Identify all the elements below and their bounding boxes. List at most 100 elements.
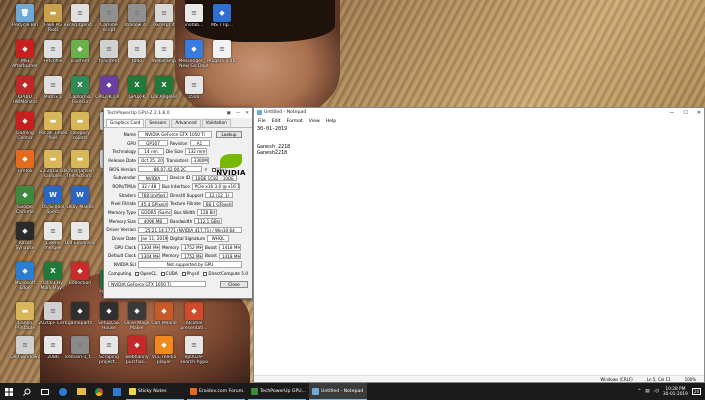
lookup-button[interactable]: Lookup: [216, 130, 242, 138]
uefi-checkbox[interactable]: [211, 167, 216, 172]
explorer-taskbar-icon[interactable]: [72, 383, 90, 400]
desktop-icon-label: Old Expenses: [64, 241, 96, 246]
driver-date-label: Driver Date: [111, 236, 136, 242]
name-label: Name: [123, 131, 136, 137]
transistors-label: Transistors: [166, 157, 189, 163]
minimize-icon[interactable]: —: [669, 110, 674, 116]
default-memory-value: 1752 MHz: [181, 252, 204, 260]
menu-format[interactable]: Format: [287, 119, 303, 124]
technology-label: Technology: [112, 149, 136, 155]
pixel-value: 45.4 GPixel/s: [138, 200, 168, 208]
edge-taskbar-icon[interactable]: [54, 383, 72, 400]
physx-label: PhysX: [186, 270, 200, 276]
app-icon: [129, 387, 136, 395]
tab-graphics-card[interactable]: Graphics Card: [106, 119, 145, 127]
sli-value: Not supported by GPU: [138, 261, 242, 268]
file-icon: ≡: [185, 76, 203, 94]
taskbar-app-button[interactable]: Eroidov.com Forum...: [187, 383, 245, 400]
magnifier-glyph: [23, 388, 31, 396]
app-icon: [190, 387, 197, 395]
taskbar-app-button[interactable]: Sticky Notes: [126, 383, 184, 400]
app-icon: ◆: [155, 336, 173, 354]
opencl-checkbox[interactable]: [135, 271, 140, 276]
nvidia-eye-icon: [220, 154, 242, 168]
store-taskbar-icon[interactable]: [108, 383, 126, 400]
physx-check[interactable]: PhysX: [180, 271, 202, 276]
clock[interactable]: 10:28 PM 30-01-2019: [663, 387, 688, 397]
sli-label: NVIDIA SLI: [113, 262, 136, 268]
camera-icon[interactable]: ▣: [226, 111, 230, 116]
taskbar-app-button[interactable]: TechPowerUp GPU...: [248, 383, 306, 400]
file-icon: ≡: [71, 222, 89, 240]
start-button[interactable]: [0, 383, 18, 400]
maximize-icon[interactable]: ☐: [683, 110, 687, 116]
close-icon[interactable]: ✕: [697, 110, 701, 116]
cuda-check[interactable]: CUDA: [159, 271, 180, 276]
tab-validation[interactable]: Validation: [201, 119, 231, 127]
file-icon: ≡: [155, 40, 173, 58]
physx-checkbox[interactable]: [181, 271, 186, 276]
opencl-label: OpenCL: [140, 270, 157, 276]
default-memory-label: Memory: [162, 253, 180, 259]
chrome-taskbar-icon[interactable]: [90, 383, 108, 400]
rops-value: 32 / 48: [138, 183, 160, 190]
driver-version-value: 25.21.14.1771 (NVIDIA 417.71) / Win10 64: [138, 226, 242, 234]
notepad-window[interactable]: Untitled - Notepad — ☐ ✕ File Edit Forma…: [253, 107, 705, 383]
computing-label: Computing: [108, 270, 132, 276]
volume-icon[interactable]: ◁): [654, 389, 659, 394]
tab-advanced[interactable]: Advanced: [171, 119, 201, 127]
minimize-icon[interactable]: —: [236, 111, 241, 116]
bus-width-value: 128 Bit: [197, 209, 218, 216]
taskbar-app-button[interactable]: Untitled - Notepad: [309, 383, 367, 400]
tab-sensors[interactable]: Sensors: [145, 119, 171, 127]
file-icon: ≡: [213, 40, 231, 58]
notification-icon[interactable]: 20: [691, 388, 701, 395]
clock-time: 10:28 PM: [665, 386, 686, 392]
gpuz-title: TechPowerUp GPU-Z 2.1.8.0: [107, 110, 170, 116]
subvendor-label: Subvendor: [113, 175, 136, 181]
close-button[interactable]: Close: [220, 280, 248, 288]
directcompute-check[interactable]: DirectCompute 5.0: [201, 271, 250, 276]
taskbar-app-label: Eroidov.com Forum...: [199, 388, 245, 394]
taskbar-app-label: TechPowerUp GPU...: [260, 388, 306, 394]
menu-help[interactable]: Help: [326, 119, 336, 124]
taskbar-apps: Sticky Notes Eroidov.com Forum... TechPowe…: [126, 383, 367, 400]
default-boost-value: 1418 MHz: [218, 252, 241, 260]
boost-label: Boost: [205, 244, 217, 250]
digital-sig-label: Digital Signature: [170, 236, 206, 242]
digital-sig-value: WHQL: [207, 235, 230, 242]
menu-file[interactable]: File: [258, 119, 266, 124]
gpuz-body: NVIDIA Name NVIDIA GeForce GTX 1050 Ti L…: [104, 127, 252, 288]
mem-size-value: 4096 MB: [138, 217, 168, 225]
gpuz-title-bar[interactable]: TechPowerUp GPU-Z 2.1.8.0 ▣ — ✕: [104, 108, 252, 118]
desktop-icon[interactable]: ≡ Old Expenses: [58, 222, 102, 266]
menu-edit[interactable]: Edit: [272, 119, 281, 124]
status-zoom: 100%: [684, 376, 696, 382]
menu-view[interactable]: View: [309, 119, 320, 124]
network-icon[interactable]: ▤: [645, 389, 649, 394]
notepad-menu-bar: File Edit Format View Help: [254, 117, 704, 125]
gpuz-window[interactable]: TechPowerUp GPU-Z 2.1.8.0 ▣ — ✕ Graphics…: [103, 107, 253, 299]
gpu-select[interactable]: NVIDIA GeForce GTX 1050 Ti: [108, 280, 206, 288]
share-icon[interactable]: ⇪: [202, 167, 210, 172]
close-icon[interactable]: ✕: [245, 111, 249, 116]
pixel-label: Pixel Fillrate: [110, 201, 136, 207]
desktop-icon-label: Rogers 4.4b: [208, 59, 236, 64]
bios-label: BIOS Version: [109, 166, 136, 172]
desktop-icon[interactable]: ≡ ep0029- search-hypo: [172, 336, 216, 380]
bus-width-label: Bus Width: [174, 210, 196, 216]
word-icon: W: [71, 186, 89, 204]
directcompute-label: DirectCompute 5.0: [208, 270, 248, 276]
notepad-title-bar[interactable]: Untitled - Notepad — ☐ ✕: [254, 108, 704, 117]
opencl-check[interactable]: OpenCL: [133, 271, 158, 276]
notepad-text-area[interactable]: 30-01-2019 Ganesh_2218 Ganesh2218: [254, 125, 704, 157]
task-view-icon[interactable]: [36, 383, 54, 400]
search-icon[interactable]: [18, 383, 36, 400]
status-encoding: Windows (CRLF): [600, 376, 633, 382]
chevron-up-icon[interactable]: ^: [637, 389, 641, 394]
directcompute-checkbox[interactable]: [203, 271, 208, 276]
cuda-checkbox[interactable]: [160, 271, 165, 276]
directx-label: DirectX Support: [170, 192, 204, 198]
cuda-label: CUDA: [165, 270, 178, 276]
desktop-icon-label: Okay Makes: [66, 205, 94, 210]
